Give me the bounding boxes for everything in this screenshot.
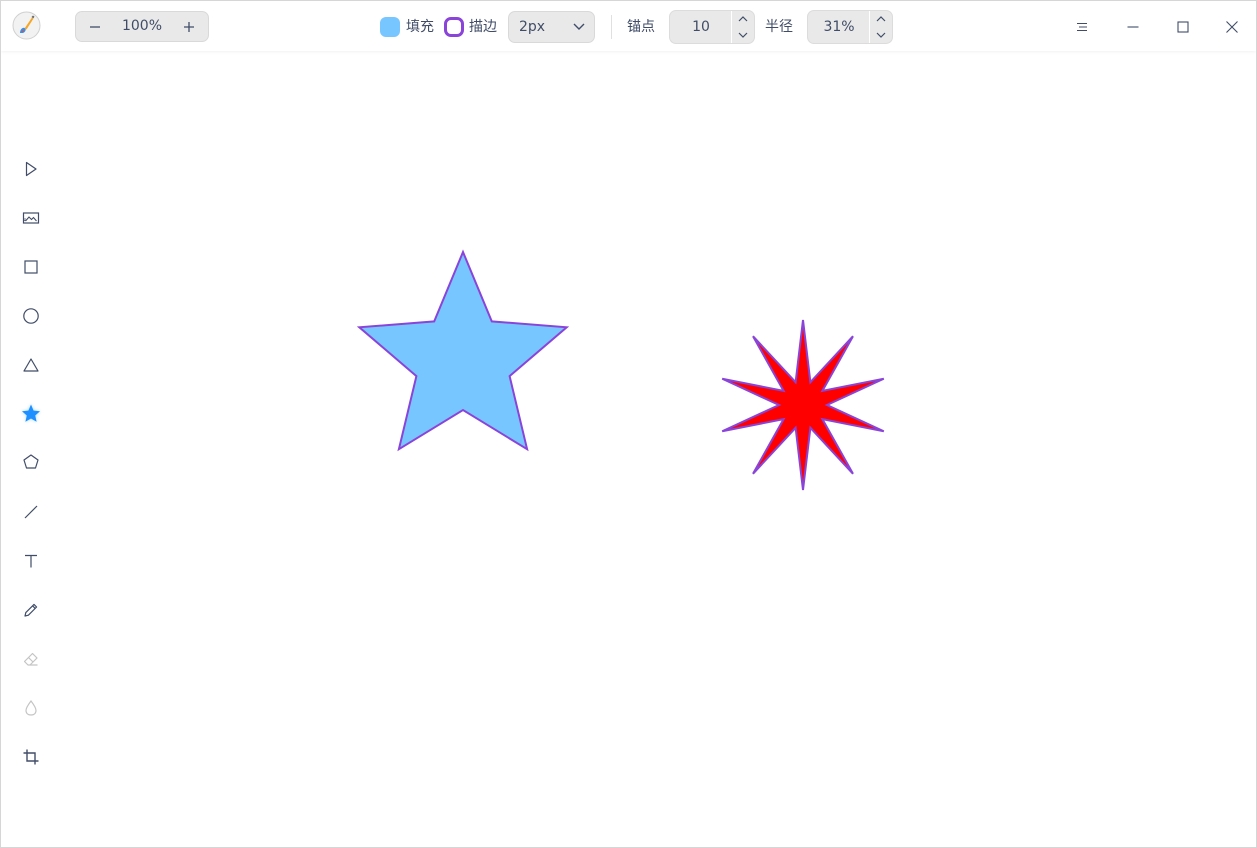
polygon-tool-button[interactable]: [16, 447, 46, 477]
toolbar-divider: [611, 15, 612, 39]
ellipse-tool-button[interactable]: [16, 301, 46, 331]
blur-tool-button[interactable]: [16, 693, 46, 723]
ten-point-star-shape[interactable]: [721, 319, 885, 491]
pencil-icon: [24, 603, 38, 617]
fill-color-swatch[interactable]: [380, 17, 400, 37]
triangle-tool-button[interactable]: [16, 350, 46, 380]
radius-label: 半径: [765, 19, 793, 35]
stroke-label[interactable]: 描边: [469, 16, 497, 38]
rectangle-tool-button[interactable]: [16, 252, 46, 282]
main-menu-button[interactable]: [1067, 12, 1097, 42]
line-tool-button[interactable]: [16, 497, 46, 527]
star-icon: [22, 404, 40, 422]
canvas-surface: [356, 249, 885, 491]
crop-icon: [23, 749, 39, 765]
app-window: 100% 填充 描边 2px 锚点 10 半径 31%: [0, 0, 1257, 848]
eraser-tool-button[interactable]: [16, 644, 46, 674]
circle-icon: [23, 308, 39, 324]
crop-tool-button[interactable]: [16, 742, 46, 772]
chevron-up-icon: [738, 16, 748, 22]
zoom-out-button[interactable]: [77, 12, 113, 41]
text-icon: [25, 554, 37, 568]
select-tool-button[interactable]: [16, 154, 46, 184]
radius-decrement-button[interactable]: [870, 27, 892, 43]
anchor-value[interactable]: 10: [670, 11, 732, 43]
maximize-icon: [1177, 21, 1189, 33]
line-icon: [24, 505, 38, 519]
chevron-up-icon: [876, 16, 886, 22]
triangle-icon: [23, 358, 39, 372]
star-tool-button[interactable]: [16, 399, 46, 429]
pentagon-icon: [23, 454, 39, 469]
zoom-value[interactable]: 100%: [114, 12, 170, 41]
zoom-in-button[interactable]: [171, 12, 207, 41]
anchor-decrement-button[interactable]: [732, 27, 754, 43]
title-bar: 100% 填充 描边 2px 锚点 10 半径 31%: [1, 1, 1256, 51]
minus-icon: [90, 25, 100, 28]
stroke-width-dropdown[interactable]: 2px: [508, 11, 595, 43]
maximize-button[interactable]: [1168, 12, 1198, 42]
anchor-increment-button[interactable]: [732, 11, 754, 27]
drawing-canvas[interactable]: [61, 52, 1256, 847]
close-icon: [1226, 21, 1238, 33]
five-point-star-shape[interactable]: [356, 249, 570, 452]
fill-label[interactable]: 填充: [406, 16, 434, 38]
radius-value[interactable]: 31%: [808, 11, 870, 43]
droplet-icon: [25, 700, 37, 716]
chevron-down-icon: [738, 32, 748, 38]
minimize-button[interactable]: [1118, 12, 1148, 42]
chevron-down-icon: [573, 23, 585, 30]
menu-icon: [1077, 22, 1087, 32]
anchor-spinbox[interactable]: 10: [669, 10, 755, 44]
radius-spinbox[interactable]: 31%: [807, 10, 893, 44]
text-tool-button[interactable]: [16, 546, 46, 576]
eraser-icon: [23, 652, 38, 666]
cursor-icon: [25, 161, 37, 177]
zoom-control: 100%: [75, 11, 209, 42]
pencil-tool-button[interactable]: [16, 595, 46, 625]
chevron-down-icon: [876, 32, 886, 38]
anchor-label: 锚点: [627, 19, 655, 35]
app-logo-icon: [12, 11, 41, 40]
image-tool-button[interactable]: [16, 203, 46, 233]
image-icon: [22, 212, 40, 224]
radius-increment-button[interactable]: [870, 11, 892, 27]
stroke-color-swatch[interactable]: [444, 17, 464, 37]
square-icon: [24, 260, 38, 274]
minimize-icon: [1127, 26, 1139, 28]
stroke-width-value: 2px: [519, 19, 546, 35]
close-button[interactable]: [1217, 12, 1247, 42]
plus-icon: [184, 21, 194, 32]
